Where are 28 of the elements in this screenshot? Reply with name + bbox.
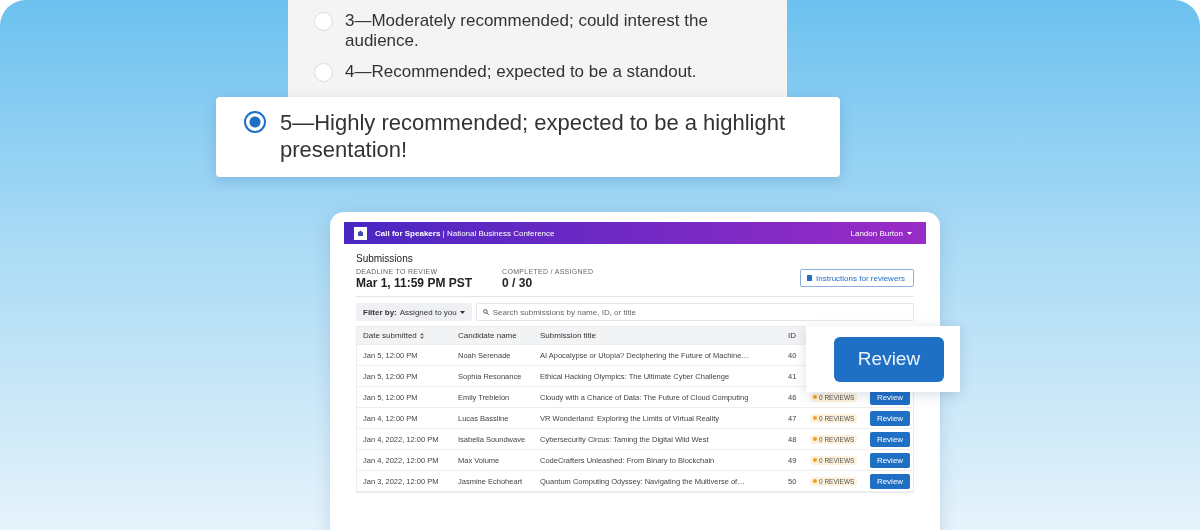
review-button[interactable]: Review — [870, 431, 910, 447]
instructions-button[interactable]: Instructions for reviewers — [800, 269, 914, 287]
review-button[interactable]: Review — [870, 410, 910, 426]
review-button[interactable]: Review — [870, 473, 910, 489]
option-label: 4—Recommended; expected to be a standout. — [345, 62, 698, 82]
user-name[interactable]: Landon Burton — [850, 228, 903, 238]
app-title: Call for Speakers | National Business Conference — [375, 228, 556, 238]
sort-icon — [419, 332, 424, 339]
stat-value: Mar 1, 11:59 PM PST — [356, 276, 473, 290]
filter-dropdown[interactable]: Filter by: Assigned to you — [356, 303, 472, 321]
column-header[interactable]: Date submitted — [363, 331, 458, 340]
stat-value: 0 / 30 — [502, 276, 534, 290]
review-button[interactable]: Review — [870, 452, 910, 468]
search-placeholder: Search submissions by name, ID, or title — [492, 307, 636, 317]
column-header: ID — [788, 331, 797, 340]
caret-icon[interactable] — [907, 231, 912, 235]
logo-icon — [354, 226, 367, 240]
column-header: Submission title — [540, 331, 598, 340]
search-icon — [482, 309, 489, 315]
search-field[interactable]: Search submissions by name, ID, or title — [475, 303, 914, 321]
page-title: Submissions — [356, 253, 414, 264]
review-button[interactable]: Review — [834, 336, 944, 382]
option-label: 3—Moderately recommended; could interest the audience. — [345, 11, 709, 51]
option-label: 5—Highly recommended; expected to be a highlight presentation! — [280, 109, 787, 163]
radio-button[interactable] — [244, 111, 266, 133]
caret-icon — [459, 310, 465, 314]
document-icon — [807, 275, 813, 281]
column-header: Candidate name — [458, 331, 518, 340]
